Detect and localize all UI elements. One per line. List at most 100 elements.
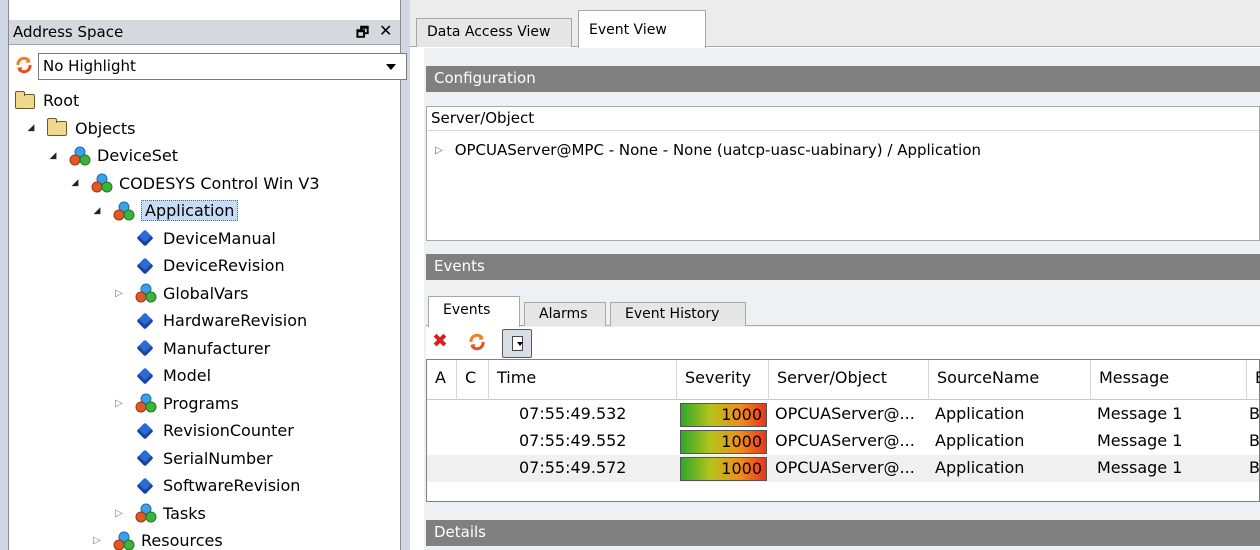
object-icon	[135, 393, 157, 413]
chevron-down-icon	[386, 64, 396, 70]
tree-item[interactable]: Root	[14, 87, 80, 114]
tree-item[interactable]: ▷ Tasks	[113, 500, 206, 527]
column-header-time[interactable]: Time	[489, 360, 677, 400]
table-row[interactable]: 07:55:49.532 1000 OPCUAServer@... Applic…	[427, 401, 1260, 428]
tree-item[interactable]: DeviceManual	[113, 225, 276, 252]
config-server-row[interactable]: ▷ OPCUAServer@MPC - None - None (uatcp-u…	[435, 141, 981, 159]
cell-source-name: Application	[935, 458, 1025, 477]
column-header-severity[interactable]: Severity	[677, 360, 769, 400]
tree-item[interactable]: ◢ Application	[91, 197, 239, 224]
config-server-label: OPCUAServer@MPC - None - None (uatcp-uas…	[454, 141, 982, 159]
tab-event-view[interactable]: Event View	[578, 10, 706, 48]
column-header-c[interactable]: C	[457, 360, 489, 400]
tree-item-label: GlobalVars	[163, 283, 249, 303]
object-icon	[135, 283, 157, 303]
object-icon	[91, 173, 113, 193]
tab-data-access-view[interactable]: Data Access View	[416, 18, 572, 47]
config-column-header: Server/Object	[427, 107, 1259, 131]
tree-item-label: CODESYS Control Win V3	[119, 173, 320, 193]
tab-event-history[interactable]: Event History	[610, 302, 746, 326]
autoscroll-toggle-button[interactable]	[502, 329, 532, 358]
severity-bar: 1000	[680, 457, 767, 481]
expand-arrow-icon[interactable]: ▷	[113, 288, 125, 299]
events-grid: A C Time Severity Server/Object SourceNa…	[426, 359, 1260, 502]
tree-item-label: Programs	[163, 393, 239, 413]
tree-item-label: Objects	[75, 118, 136, 138]
tree-item[interactable]: Model	[113, 362, 211, 389]
tree-item-label: DeviceSet	[97, 146, 178, 165]
cell-server-object: OPCUAServer@...	[775, 431, 915, 450]
tree-item[interactable]: HardwareRevision	[113, 307, 307, 334]
delete-icon[interactable]: ✖	[432, 330, 448, 352]
cell-extra: B	[1249, 404, 1260, 423]
refresh-icon[interactable]	[468, 333, 486, 351]
cell-message: Message 1	[1097, 458, 1183, 477]
cell-time: 07:55:49.532	[519, 404, 627, 423]
tree-item[interactable]: SoftwareRevision	[113, 472, 300, 499]
cell-server-object: OPCUAServer@...	[775, 458, 915, 477]
tree-item-label: SoftwareRevision	[163, 476, 301, 495]
refresh-icon[interactable]	[15, 56, 33, 74]
column-header-a[interactable]: A	[427, 360, 457, 400]
variable-icon	[135, 366, 157, 386]
column-header-source-name[interactable]: SourceName	[929, 360, 1091, 400]
arrow-down-icon	[517, 342, 523, 346]
column-header-server-object[interactable]: Server/Object	[769, 360, 929, 400]
table-row[interactable]: 07:55:49.552 1000 OPCUAServer@... Applic…	[427, 428, 1260, 455]
pane-header: Address Space 🗗 ✕	[9, 20, 400, 45]
variable-icon	[135, 476, 157, 496]
highlight-bar: No Highlight	[9, 52, 407, 80]
highlight-select[interactable]: No Highlight	[38, 53, 407, 80]
severity-bar: 1000	[680, 403, 767, 427]
tree-item-label: Application	[141, 200, 239, 221]
tree-item[interactable]: ◢ DeviceSet	[47, 142, 178, 169]
tree-item[interactable]: RevisionCounter	[113, 417, 294, 444]
collapse-arrow-icon[interactable]: ◢	[91, 206, 103, 216]
highlight-select-value: No Highlight	[43, 57, 136, 75]
tab-alarms[interactable]: Alarms	[524, 302, 606, 326]
variable-icon	[135, 421, 157, 441]
tab-events[interactable]: Events	[428, 296, 520, 327]
tree-item[interactable]: ◢ Objects	[25, 115, 135, 142]
expand-arrow-icon[interactable]: ▷	[91, 535, 103, 546]
float-window-icon[interactable]: 🗗	[356, 22, 369, 46]
column-header-message[interactable]: Message	[1091, 360, 1247, 400]
tree-item-label: HardwareRevision	[163, 311, 308, 330]
cell-server-object: OPCUAServer@...	[775, 404, 915, 423]
tree-item[interactable]: ▷ Resources	[91, 527, 223, 550]
object-icon	[69, 146, 91, 166]
cell-extra: B	[1249, 458, 1260, 477]
column-header-b[interactable]: B	[1247, 360, 1260, 400]
tree-item[interactable]: DeviceRevision	[113, 252, 285, 279]
expand-arrow-icon[interactable]: ▷	[113, 508, 125, 519]
variable-icon	[135, 311, 157, 331]
details-section-title: Details	[426, 520, 1260, 546]
tree-item[interactable]: ◢ CODESYS Control Win V3	[69, 170, 320, 197]
collapse-arrow-icon[interactable]: ◢	[69, 178, 81, 188]
cell-time: 07:55:49.552	[519, 431, 627, 450]
tree-item[interactable]: Manufacturer	[113, 335, 270, 362]
close-icon[interactable]: ✕	[379, 21, 392, 40]
tree-item-label: DeviceRevision	[163, 256, 285, 275]
tree-item-label: SerialNumber	[163, 448, 273, 468]
object-icon	[113, 531, 135, 550]
collapse-arrow-icon[interactable]: ◢	[25, 123, 37, 133]
tree-item-label: RevisionCounter	[163, 421, 294, 440]
severity-bar: 1000	[680, 430, 767, 454]
variable-icon	[135, 228, 157, 248]
pane-title: Address Space	[13, 23, 124, 41]
folder-icon	[46, 118, 69, 138]
tree-item-label: Manufacturer	[163, 338, 271, 358]
cell-extra: B	[1249, 431, 1260, 450]
table-row[interactable]: 07:55:49.572 1000 OPCUAServer@... Applic…	[427, 455, 1260, 482]
tree-item[interactable]: SerialNumber	[113, 445, 273, 472]
cell-message: Message 1	[1097, 431, 1183, 450]
configuration-section-title: Configuration	[426, 66, 1260, 92]
expand-arrow-icon[interactable]: ▷	[435, 145, 443, 156]
collapse-arrow-icon[interactable]: ◢	[47, 151, 59, 161]
tree-item-label: Root	[43, 91, 80, 110]
expand-arrow-icon[interactable]: ▷	[113, 398, 125, 409]
tree-item[interactable]: ▷ GlobalVars	[113, 280, 248, 307]
tree-item-label: Model	[163, 366, 212, 385]
tree-item[interactable]: ▷ Programs	[113, 390, 239, 417]
